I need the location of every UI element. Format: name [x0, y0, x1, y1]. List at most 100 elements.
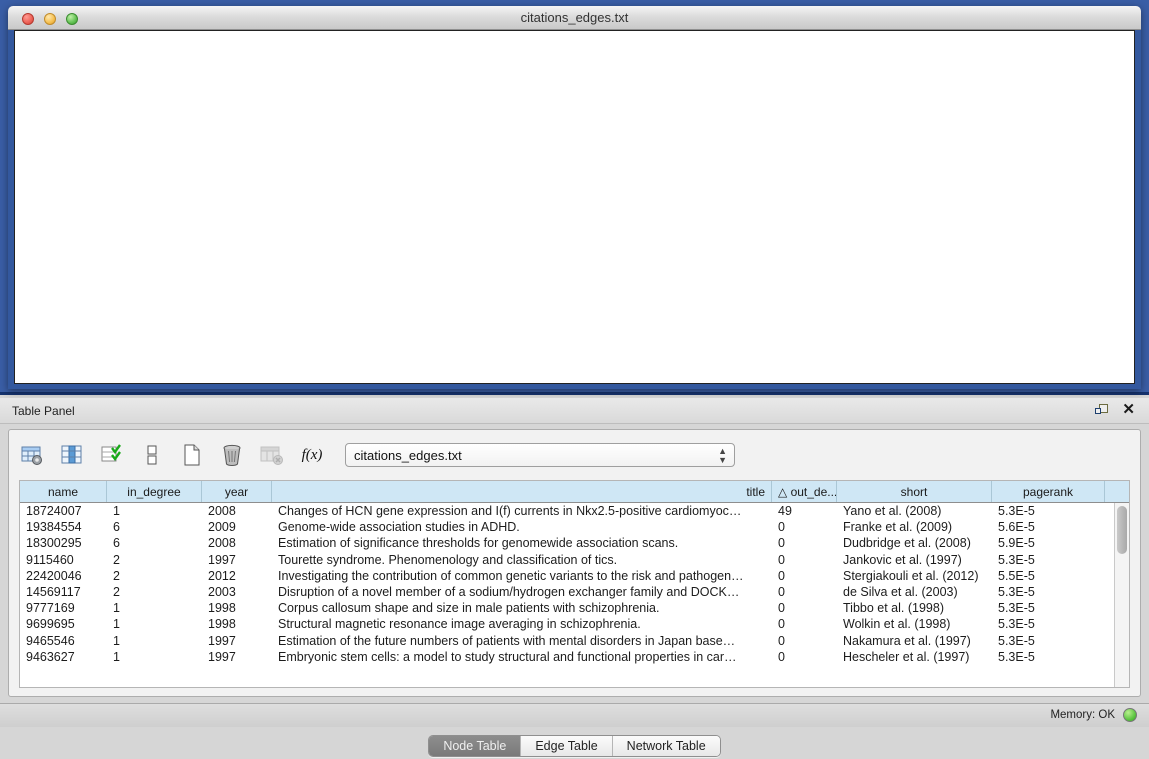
table-row[interactable]: 2242004622012Investigating the contribut…	[20, 568, 1129, 584]
cell-out_de: 0	[772, 568, 837, 584]
cell-short: Dudbridge et al. (2008)	[837, 535, 992, 551]
cell-pagerank: 5.3E-5	[992, 503, 1105, 519]
cell-title: Investigating the contribution of common…	[272, 568, 772, 584]
cell-in_degree: 2	[107, 568, 202, 584]
cell-title: Changes of HCN gene expression and I(f) …	[272, 503, 772, 519]
cell-short: Franke et al. (2009)	[837, 519, 992, 535]
table-row[interactable]: 969969511998Structural magnetic resonanc…	[20, 616, 1129, 632]
cell-name: 19384554	[20, 519, 107, 535]
table-row[interactable]: 946362711997Embryonic stem cells: a mode…	[20, 649, 1129, 665]
column-header-in_degree[interactable]: in_degree	[107, 481, 202, 502]
column-header-title[interactable]: title	[272, 481, 772, 502]
memory-ok-indicator	[1123, 708, 1137, 722]
cell-name: 9115460	[20, 552, 107, 568]
cell-pagerank: 5.3E-5	[992, 552, 1105, 568]
column-header-out_de[interactable]: △ out_de...	[772, 481, 837, 502]
cell-short: de Silva et al. (2003)	[837, 584, 992, 600]
cell-pagerank: 5.3E-5	[992, 633, 1105, 649]
new-file-icon[interactable]	[179, 442, 205, 468]
select-rows-icon[interactable]	[99, 442, 125, 468]
float-panel-icon[interactable]	[1095, 404, 1109, 418]
cell-year: 1998	[202, 616, 272, 632]
table-row[interactable]: 1938455462009Genome-wide association stu…	[20, 519, 1129, 535]
cell-out_de: 0	[772, 519, 837, 535]
column-header-pagerank[interactable]: pagerank	[992, 481, 1105, 502]
network-window[interactable]: citations_edges.txt	[8, 6, 1141, 389]
cell-in_degree: 1	[107, 503, 202, 519]
delete-table-icon	[259, 442, 285, 468]
table-row[interactable]: 1830029562008Estimation of significance …	[20, 535, 1129, 551]
cell-year: 2012	[202, 568, 272, 584]
cell-pagerank: 5.3E-5	[992, 649, 1105, 665]
cell-in_degree: 6	[107, 535, 202, 551]
network-window-titlebar[interactable]: citations_edges.txt	[8, 6, 1141, 30]
cell-out_de: 0	[772, 633, 837, 649]
cell-short: Nakamura et al. (1997)	[837, 633, 992, 649]
column-header-name[interactable]: name	[20, 481, 107, 502]
cell-short: Jankovic et al. (1997)	[837, 552, 992, 568]
cell-year: 1997	[202, 649, 272, 665]
cell-short: Hescheler et al. (1997)	[837, 649, 992, 665]
cell-title: Estimation of significance thresholds fo…	[272, 535, 772, 551]
table-selector-value: citations_edges.txt	[354, 448, 462, 463]
column-header-year[interactable]: year	[202, 481, 272, 502]
cell-year: 1998	[202, 600, 272, 616]
cell-name: 9465546	[20, 633, 107, 649]
cell-short: Tibbo et al. (1998)	[837, 600, 992, 616]
table-row[interactable]: 911546021997Tourette syndrome. Phenomeno…	[20, 552, 1129, 568]
table-panel: Table Panel ✕	[0, 398, 1149, 727]
table-panel-body: f(x) citations_edges.txt ▲▼ namein_degre…	[8, 429, 1141, 697]
memory-status-label: Memory: OK	[1050, 709, 1115, 721]
table-row[interactable]: 1872400712008Changes of HCN gene express…	[20, 503, 1129, 519]
cell-year: 2003	[202, 584, 272, 600]
cell-year: 1997	[202, 633, 272, 649]
table-row[interactable]: 946554611997Estimation of the future num…	[20, 633, 1129, 649]
network-view-canvas[interactable]	[14, 30, 1135, 384]
cell-in_degree: 6	[107, 519, 202, 535]
table-selector-dropdown[interactable]: citations_edges.txt ▲▼	[345, 443, 735, 467]
scrollbar-thumb[interactable]	[1117, 506, 1127, 554]
table-settings-icon[interactable]	[19, 442, 45, 468]
cell-pagerank: 5.3E-5	[992, 616, 1105, 632]
cell-in_degree: 1	[107, 600, 202, 616]
table-type-tabs-strip: Node TableEdge TableNetwork Table	[9, 733, 1140, 759]
tab-node-table[interactable]: Node Table	[429, 736, 521, 756]
table-toolbar: f(x) citations_edges.txt ▲▼	[19, 438, 1130, 472]
cell-short: Yano et al. (2008)	[837, 503, 992, 519]
cell-title: Embryonic stem cells: a model to study s…	[272, 649, 772, 665]
network-graph	[15, 31, 1134, 383]
cell-pagerank: 5.6E-5	[992, 519, 1105, 535]
tab-edge-table[interactable]: Edge Table	[521, 736, 612, 756]
close-panel-icon[interactable]: ✕	[1122, 402, 1135, 418]
vertical-scrollbar[interactable]	[1114, 503, 1129, 687]
table-header-row: namein_degreeyeartitle△ out_de...shortpa…	[20, 481, 1129, 503]
status-bar: Memory: OK	[0, 703, 1149, 727]
cell-in_degree: 2	[107, 584, 202, 600]
cell-in_degree: 2	[107, 552, 202, 568]
table-row[interactable]: 977716911998Corpus callosum shape and si…	[20, 600, 1129, 616]
cell-pagerank: 5.9E-5	[992, 535, 1105, 551]
table-row[interactable]: 1456911722003Disruption of a novel membe…	[20, 584, 1129, 600]
network-window-title: citations_edges.txt	[8, 10, 1141, 25]
cell-title: Disruption of a novel member of a sodium…	[272, 584, 772, 600]
cell-pagerank: 5.5E-5	[992, 568, 1105, 584]
tab-network-table[interactable]: Network Table	[613, 736, 720, 756]
function-builder-icon[interactable]: f(x)	[299, 442, 325, 468]
cell-in_degree: 1	[107, 633, 202, 649]
cell-year: 1997	[202, 552, 272, 568]
show-columns-icon[interactable]	[59, 442, 85, 468]
cell-out_de: 0	[772, 616, 837, 632]
cell-pagerank: 5.3E-5	[992, 584, 1105, 600]
cell-title: Tourette syndrome. Phenomenology and cla…	[272, 552, 772, 568]
cell-out_de: 0	[772, 535, 837, 551]
row-height-icon[interactable]	[139, 442, 165, 468]
delete-trash-icon[interactable]	[219, 442, 245, 468]
cell-title: Genome-wide association studies in ADHD.	[272, 519, 772, 535]
cell-name: 9699695	[20, 616, 107, 632]
cell-in_degree: 1	[107, 616, 202, 632]
table-panel-title: Table Panel	[12, 404, 75, 418]
column-header-short[interactable]: short	[837, 481, 992, 502]
table-type-tabs: Node TableEdge TableNetwork Table	[428, 735, 720, 757]
cell-title: Estimation of the future numbers of pati…	[272, 633, 772, 649]
cell-short: Wolkin et al. (1998)	[837, 616, 992, 632]
